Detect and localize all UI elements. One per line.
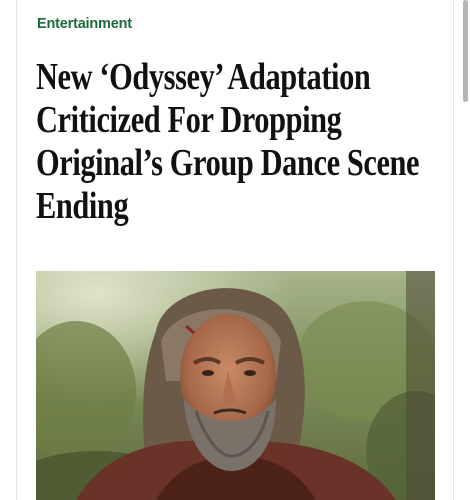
headline-line: Criticized For Dropping xyxy=(36,99,342,141)
scrollbar-thumb[interactable] xyxy=(463,0,468,102)
scrollbar[interactable] xyxy=(460,0,470,500)
headline-line: Ending xyxy=(36,185,129,227)
page-border-right xyxy=(453,0,454,500)
bearded-man-photo xyxy=(36,271,435,500)
headline-line: Original’s Group Dance Scene xyxy=(36,142,420,184)
headline-line: New ‘Odyssey’ Adaptation xyxy=(36,56,371,98)
page-border-left xyxy=(16,0,17,500)
category-link[interactable]: Entertainment xyxy=(37,16,132,32)
article-headline: New ‘Odyssey’ Adaptation Criticized For … xyxy=(36,56,436,228)
hero-image[interactable] xyxy=(36,271,435,500)
